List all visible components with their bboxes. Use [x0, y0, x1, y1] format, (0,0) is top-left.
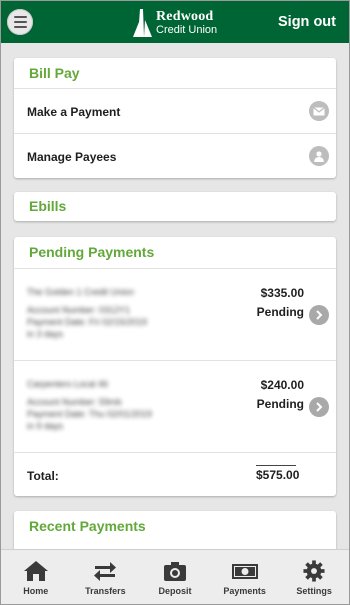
account-number: Account Number: 0312Y1 — [27, 305, 131, 315]
days-until: in 3 days — [27, 329, 64, 339]
payment-amount: $335.00 — [260, 286, 304, 300]
tab-home-label: Home — [23, 586, 49, 596]
menu-line — [13, 26, 27, 28]
tab-transfers[interactable]: Transfers — [71, 550, 141, 604]
payee-name: The Golden 1 Credit Union — [27, 287, 135, 297]
payment-date: Payment Date: Thu 02/01/2019 — [27, 409, 152, 419]
payment-status: Pending — [256, 305, 304, 319]
tab-deposit[interactable]: Deposit — [140, 550, 210, 604]
brand-logo: Redwood Credit Union — [130, 7, 217, 39]
bottom-tab-bar: Home Transfers Deposit Payments Settings — [1, 549, 349, 604]
redwood-tree-logo-icon — [133, 9, 152, 37]
main-content: Bill Pay Make a Payment Manage Payees Eb… — [1, 43, 349, 549]
days-until: in 9 days — [27, 421, 64, 431]
chevron-right-icon[interactable] — [309, 397, 329, 417]
tab-settings[interactable]: Settings — [279, 550, 349, 604]
total-row: Total: $575.00 — [14, 452, 336, 496]
transfer-arrows-icon — [94, 562, 117, 581]
app-header: Redwood Credit Union Sign out — [1, 1, 349, 43]
payment-amount: $240.00 — [260, 378, 304, 392]
brand-name: Redwood — [156, 9, 214, 24]
pending-payments-card: Pending Payments The Golden 1 Credit Uni… — [14, 237, 336, 496]
account-number: Account Number: 59mb — [27, 397, 122, 407]
recent-payments-title: Recent Payments — [29, 518, 146, 534]
manage-payees-label: Manage Payees — [27, 150, 117, 164]
camera-icon — [163, 562, 186, 581]
bill-pay-card: Bill Pay Make a Payment Manage Payees — [14, 58, 336, 178]
tab-payments[interactable]: Payments — [210, 550, 280, 604]
tab-payments-label: Payments — [223, 586, 266, 596]
bill-pay-title: Bill Pay — [29, 65, 80, 81]
ebills-title: Ebills — [29, 198, 67, 214]
payee-name: Carpenters Local 46 — [27, 379, 109, 389]
tab-transfers-label: Transfers — [85, 586, 126, 596]
chevron-right-icon[interactable] — [309, 305, 329, 325]
envelope-icon — [309, 101, 329, 121]
payment-date: Payment Date: Fri 02/15/2019 — [27, 317, 148, 327]
pending-payment-item[interactable]: The Golden 1 Credit Union Account Number… — [14, 268, 336, 360]
home-icon — [23, 561, 48, 581]
gear-icon — [303, 560, 325, 582]
user-icon — [309, 146, 329, 166]
hamburger-menu-button[interactable] — [7, 9, 33, 35]
pending-payments-title: Pending Payments — [29, 244, 155, 260]
tab-home[interactable]: Home — [1, 550, 71, 604]
payment-status: Pending — [256, 397, 304, 411]
cash-icon — [231, 564, 258, 579]
sign-out-button[interactable]: Sign out — [278, 14, 336, 30]
ebills-card[interactable]: Ebills — [14, 192, 336, 221]
manage-payees-row[interactable]: Manage Payees — [14, 133, 336, 178]
tab-settings-label: Settings — [296, 586, 332, 596]
make-payment-row[interactable]: Make a Payment — [14, 88, 336, 133]
menu-line — [13, 21, 27, 23]
brand-subtitle: Credit Union — [156, 24, 218, 36]
recent-payments-card: Recent Payments — [14, 511, 336, 549]
pending-payment-item[interactable]: Carpenters Local 46 Account Number: 59mb… — [14, 360, 336, 452]
tab-deposit-label: Deposit — [158, 586, 192, 596]
total-amount: $575.00 — [256, 465, 299, 482]
make-payment-label: Make a Payment — [27, 105, 121, 119]
total-label: Total: — [27, 469, 59, 483]
menu-line — [13, 16, 27, 18]
